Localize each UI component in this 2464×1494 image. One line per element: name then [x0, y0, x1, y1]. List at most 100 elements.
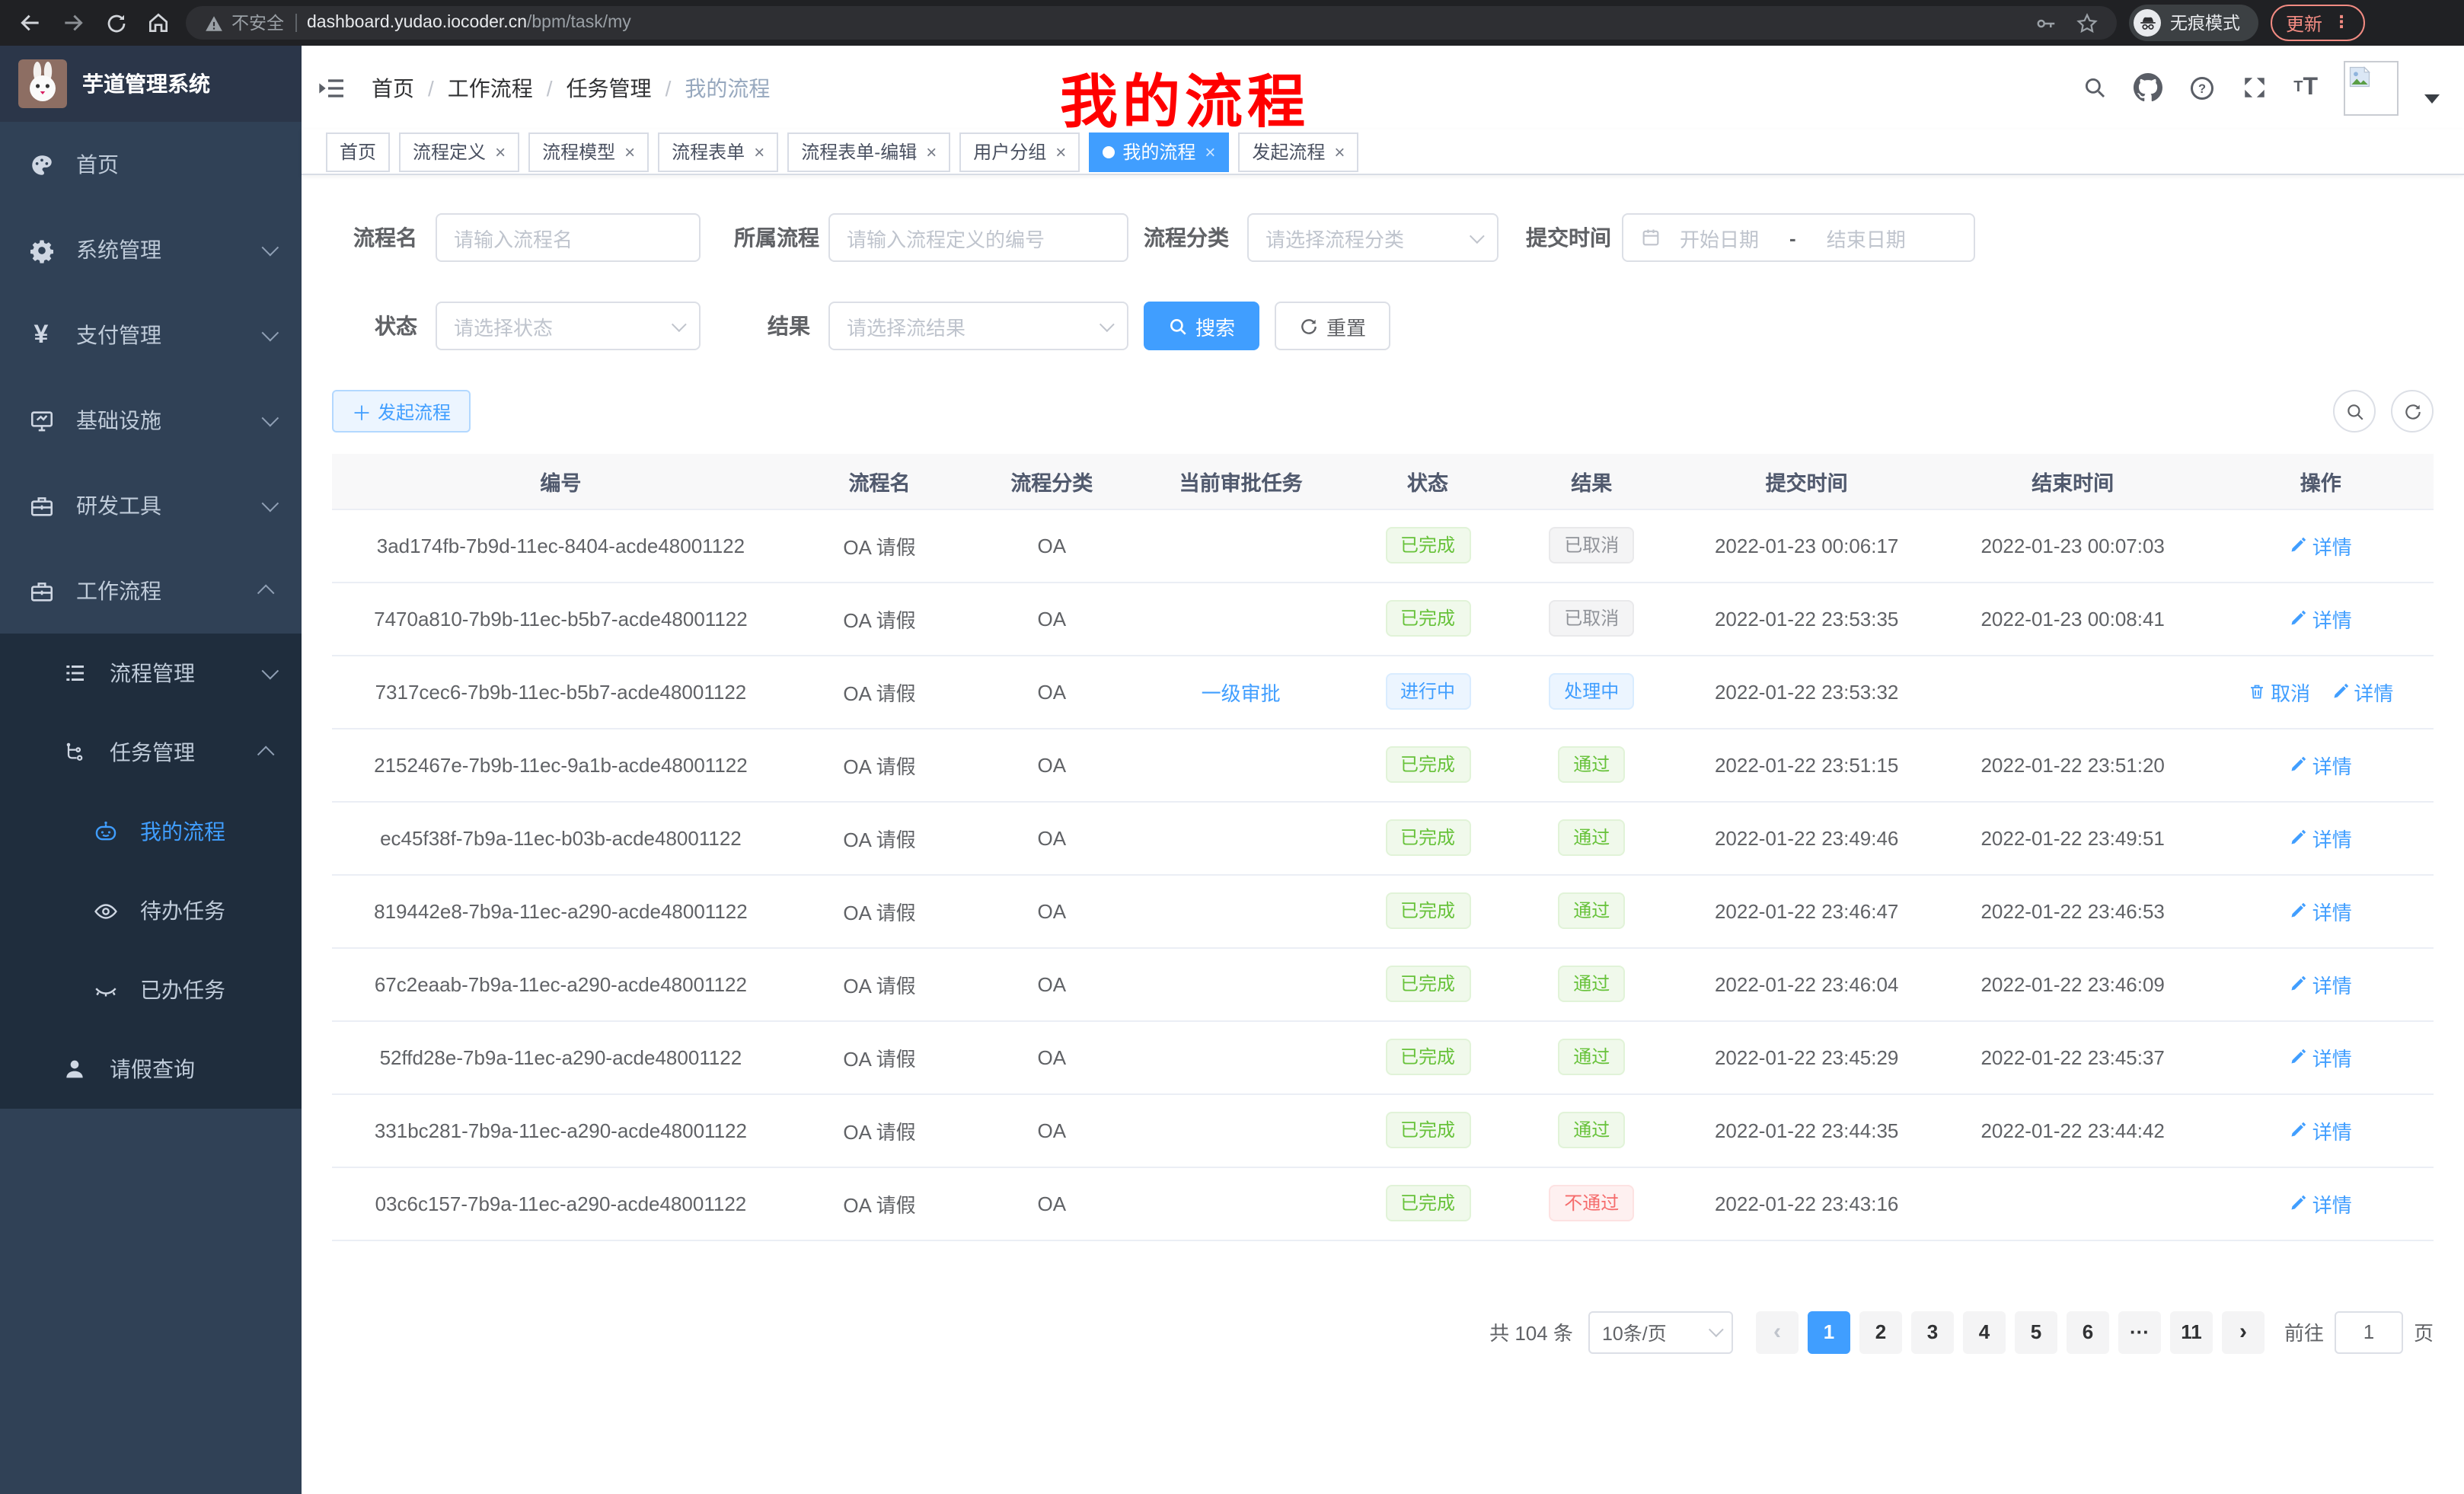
security-warning-icon[interactable]: 不安全 — [204, 11, 284, 35]
status-select[interactable]: 请选择状态 — [436, 302, 701, 350]
header-search-icon[interactable] — [2082, 75, 2108, 101]
sidebar-item-process-mgmt[interactable]: 流程管理 — [0, 634, 302, 713]
avatar[interactable] — [2344, 60, 2399, 115]
page-number-button[interactable]: 1 — [1808, 1310, 1850, 1353]
sidebar-item-label: 首页 — [76, 149, 119, 180]
table-row[interactable]: 331bc281-7b9a-11ec-a290-acde48001122 OA … — [332, 1093, 2434, 1167]
table-row[interactable]: 52ffd28e-7b9a-11ec-a290-acde48001122 OA … — [332, 1020, 2434, 1093]
page-number-button[interactable]: 2 — [1859, 1310, 1902, 1353]
detail-action[interactable]: 详情 — [2290, 896, 2352, 925]
sidebar-item-system[interactable]: 系统管理 — [0, 207, 302, 292]
sidebar-collapse-icon[interactable] — [317, 72, 347, 103]
refresh-table-button[interactable] — [2391, 390, 2434, 433]
table-row[interactable]: 819442e8-7b9a-11ec-a290-acde48001122 OA … — [332, 874, 2434, 947]
table-row[interactable]: 2152467e-7b9b-11ec-9a1b-acde48001122 OA … — [332, 728, 2434, 801]
table-row[interactable]: 03c6c157-7b9a-11ec-a290-acde48001122 OA … — [332, 1167, 2434, 1240]
cancel-action[interactable]: 取消 — [2248, 677, 2310, 706]
sidebar-item-devtools[interactable]: 研发工具 — [0, 463, 302, 548]
table-row[interactable]: 7470a810-7b9b-11ec-b5b7-acde48001122 OA … — [332, 582, 2434, 655]
password-key-icon[interactable] — [2035, 11, 2057, 34]
current-task-link[interactable]: 一级审批 — [1202, 677, 1281, 706]
close-icon[interactable]: × — [1055, 142, 1066, 161]
sidebar-item-task-mgmt[interactable]: 任务管理 — [0, 713, 302, 792]
browser-home-icon[interactable] — [143, 8, 174, 38]
detail-action[interactable]: 详情 — [2290, 823, 2352, 852]
page-ellipsis-button[interactable]: ··· — [2118, 1310, 2161, 1353]
tab-process-form[interactable]: 流程表单× — [658, 132, 778, 171]
goto-page-input[interactable] — [2335, 1310, 2403, 1353]
page-size-select[interactable]: 10条/页 — [1588, 1310, 1733, 1353]
sidebar-item-my-process[interactable]: 我的流程 — [0, 792, 302, 871]
table-toolbar: ＋ 发起流程 — [332, 390, 2434, 433]
tab-process-definition[interactable]: 流程定义× — [399, 132, 519, 171]
avatar-caret-icon[interactable] — [2424, 94, 2440, 103]
browser-update-button[interactable]: 更新 ⋮ — [2271, 5, 2365, 41]
page-number-button[interactable]: 4 — [1963, 1310, 2006, 1353]
result-select[interactable]: 请选择流结果 — [828, 302, 1128, 350]
sidebar-item-done-tasks[interactable]: 已办任务 — [0, 950, 302, 1030]
font-size-icon[interactable]: TT — [2293, 75, 2318, 100]
bookmark-star-icon[interactable] — [2076, 11, 2099, 34]
browser-menu-dots-icon[interactable]: ⋮ — [2333, 14, 2350, 31]
browser-back-icon[interactable] — [15, 8, 46, 38]
submit-time-range-picker[interactable]: 开始日期 - 结束日期 — [1622, 213, 1975, 262]
page-number-button[interactable]: 6 — [2067, 1310, 2109, 1353]
start-process-button[interactable]: ＋ 发起流程 — [332, 390, 471, 433]
sidebar-item-workflow[interactable]: 工作流程 — [0, 548, 302, 634]
edit-icon — [2290, 828, 2308, 847]
chevron-up-icon — [257, 585, 275, 602]
sidebar-item-payment[interactable]: ¥ 支付管理 — [0, 292, 302, 378]
prev-page-button[interactable]: ‹ — [1756, 1310, 1799, 1353]
search-button[interactable]: 搜索 — [1144, 302, 1259, 350]
breadcrumb-workflow[interactable]: 工作流程 — [448, 72, 533, 103]
process-definition-input[interactable]: 请输入流程定义的编号 — [828, 213, 1128, 262]
close-icon[interactable]: × — [1334, 142, 1345, 161]
breadcrumb-task-mgmt[interactable]: 任务管理 — [567, 72, 652, 103]
close-icon[interactable]: × — [1205, 142, 1215, 161]
sidebar-item-infra[interactable]: 基础设施 — [0, 378, 302, 463]
table-row[interactable]: 67c2eaab-7b9a-11ec-a290-acde48001122 OA … — [332, 947, 2434, 1020]
close-icon[interactable]: × — [926, 142, 937, 161]
tab-process-form-edit[interactable]: 流程表单-编辑× — [787, 132, 950, 171]
org-tree-icon — [61, 739, 88, 766]
detail-action[interactable]: 详情 — [2290, 604, 2352, 633]
show-search-toggle-button[interactable] — [2333, 390, 2376, 433]
reset-button[interactable]: 重置 — [1275, 302, 1390, 350]
github-icon[interactable] — [2134, 73, 2162, 102]
process-name-input[interactable]: 请输入流程名 — [436, 213, 701, 262]
detail-action[interactable]: 详情 — [2290, 1116, 2352, 1144]
tab-home[interactable]: 首页 — [326, 132, 390, 171]
edit-icon — [2290, 536, 2308, 554]
help-icon[interactable]: ? — [2188, 74, 2216, 101]
table-row[interactable]: 3ad174fb-7b9d-11ec-8404-acde48001122 OA … — [332, 509, 2434, 582]
page-number-button[interactable]: 3 — [1911, 1310, 1954, 1353]
cell-actions: 详情 — [2207, 947, 2434, 1020]
detail-action[interactable]: 详情 — [2290, 1189, 2352, 1218]
sidebar-item-home[interactable]: 首页 — [0, 122, 302, 207]
detail-action[interactable]: 详情 — [2290, 969, 2352, 998]
browser-reload-icon[interactable] — [101, 8, 131, 38]
page-number-button[interactable]: 11 — [2170, 1310, 2213, 1353]
sidebar-item-leave-query[interactable]: 请假查询 — [0, 1030, 302, 1109]
sidebar-item-todo-tasks[interactable]: 待办任务 — [0, 871, 302, 950]
fullscreen-icon[interactable] — [2242, 75, 2268, 101]
close-icon[interactable]: × — [495, 142, 506, 161]
detail-action[interactable]: 详情 — [2290, 750, 2352, 779]
close-icon[interactable]: × — [754, 142, 764, 161]
tab-process-model[interactable]: 流程模型× — [528, 132, 649, 171]
detail-action[interactable]: 详情 — [2331, 677, 2393, 706]
toolbox-icon — [27, 492, 55, 519]
process-category-select[interactable]: 请选择流程分类 — [1247, 213, 1499, 262]
active-tab-dot — [1103, 145, 1115, 158]
next-page-button[interactable]: › — [2222, 1310, 2265, 1353]
table-row[interactable]: 7317cec6-7b9b-11ec-b5b7-acde48001122 OA … — [332, 655, 2434, 728]
cell-submit-time: 2022-01-22 23:46:47 — [1675, 874, 1937, 947]
breadcrumb-home[interactable]: 首页 — [372, 72, 414, 103]
detail-action[interactable]: 详情 — [2290, 1042, 2352, 1071]
page-number-button[interactable]: 5 — [2015, 1310, 2057, 1353]
address-bar[interactable]: 不安全 dashboard.yudao.iocoder.cn/bpm/task/… — [186, 6, 2117, 40]
close-icon[interactable]: × — [624, 142, 635, 161]
table-row[interactable]: ec45f38f-7b9a-11ec-b03b-acde48001122 OA … — [332, 801, 2434, 874]
detail-action[interactable]: 详情 — [2290, 531, 2352, 560]
browser-forward-icon[interactable] — [58, 8, 88, 38]
